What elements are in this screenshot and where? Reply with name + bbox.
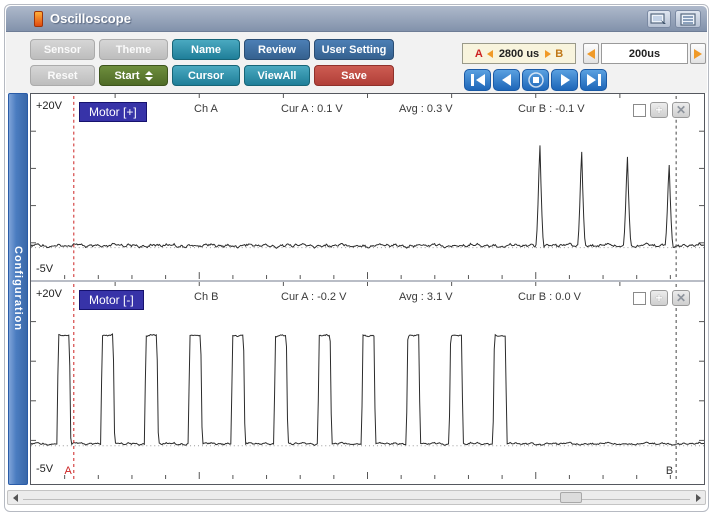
cursor-b-readout: Cur B : 0.0 V [518,291,581,303]
channel-name: Ch B [194,291,218,303]
start-button[interactable]: Start [99,65,168,86]
toolbar-row-1: Sensor Theme Name Review User Setting [30,39,394,60]
cursor-button[interactable]: Cursor [172,65,240,86]
cursor-a-readout: Cur A : 0.1 V [281,103,343,115]
reset-label: Reset [48,70,78,82]
svg-text:A: A [65,465,73,477]
save-button[interactable]: Save [314,65,394,86]
user-setting-label: User Setting [322,44,387,56]
toolbar: Sensor Theme Name Review User Setting Reset S… [6,32,707,93]
panel-controls: + ✕ [633,290,690,306]
channel-b-panel: AB +20V Motor [-] Ch B Cur A : -0.2 V Av… [31,282,704,480]
cursor-b-readout: Cur B : -0.1 V [518,103,585,115]
v-min-label: -5V [36,263,53,275]
channel-a-badge[interactable]: Motor [+] [79,102,147,122]
chart-zone: Configuration +20V Motor [+] Ch A Cur A … [6,93,707,485]
arrow-left-icon [587,49,595,59]
stacked-panels-icon [680,13,696,26]
toolbar-row-2: Reset Start Cursor ViewAll Save [30,65,394,86]
user-setting-button[interactable]: User Setting [314,39,394,60]
start-label: Start [114,70,139,82]
app-icon [34,11,43,27]
viewall-button[interactable]: ViewAll [244,65,310,86]
configuration-tab-label: Configuration [12,246,24,331]
average-readout: Avg : 0.3 V [399,103,453,115]
v-max-label: +20V [36,288,62,300]
name-button[interactable]: Name [172,39,240,60]
channel-b-waveform: AB [31,282,704,480]
save-label: Save [341,70,367,82]
timebase-decrease-button[interactable] [583,43,599,64]
arrow-right-icon [694,49,702,59]
skip-end-button[interactable] [580,69,607,91]
scroll-right-icon[interactable] [691,491,705,504]
stop-icon [524,70,548,90]
screen-export-icon [650,13,668,26]
spinner-icon [145,71,153,81]
reset-button[interactable]: Reset [30,65,95,86]
channel-b-checkbox[interactable] [633,292,646,305]
cursor-range-box[interactable]: A 2800 us B [462,43,576,64]
timebase-value[interactable]: 200us [601,43,688,64]
step-back-button[interactable] [493,69,520,91]
cursor-a-label: A [475,48,483,60]
arrow-right-icon [545,50,551,58]
close-panel-button[interactable]: ✕ [672,290,690,306]
chart-panels: +20V Motor [+] Ch A Cur A : 0.1 V Avg : … [30,93,705,485]
cursor-a-readout: Cur A : -0.2 V [281,291,346,303]
zoom-in-button[interactable]: + [650,290,668,306]
timebase-increase-button[interactable] [690,43,706,64]
cursor-range-value: 2800 us [499,48,539,60]
v-min-label: -5V [36,463,53,475]
skip-start-button[interactable] [464,69,491,91]
step-back-icon [495,70,519,90]
viewall-label: ViewAll [258,70,297,82]
cursor-label: Cursor [188,70,224,82]
scroll-left-icon[interactable] [8,491,22,504]
scrollbar-track[interactable] [23,499,690,500]
theme-button[interactable]: Theme [99,39,168,60]
configuration-tab[interactable]: Configuration [8,93,28,485]
channel-name: Ch A [194,103,218,115]
scrollbar-thumb[interactable] [560,492,582,503]
svg-text:B: B [666,465,673,477]
capture-window-button[interactable] [647,10,671,28]
playback-controls [464,69,607,91]
average-readout: Avg : 3.1 V [399,291,453,303]
step-forward-button[interactable] [551,69,578,91]
v-max-label: +20V [36,100,62,112]
layout-button[interactable] [675,10,701,28]
sensor-button[interactable]: Sensor [30,39,95,60]
review-button[interactable]: Review [244,39,310,60]
arrow-left-icon [487,50,493,58]
cursor-b-label: B [555,48,563,60]
channel-a-panel: +20V Motor [+] Ch A Cur A : 0.1 V Avg : … [31,94,704,282]
skip-end-icon [582,70,606,90]
panel-controls: + ✕ [633,102,690,118]
step-forward-icon [553,70,577,90]
name-label: Name [191,44,221,56]
window-title: Oscilloscope [50,11,131,26]
skip-start-icon [466,70,490,90]
channel-a-checkbox[interactable] [633,104,646,117]
stop-button[interactable] [522,69,549,91]
titlebar: Oscilloscope [6,6,707,32]
sensor-label: Sensor [44,44,81,56]
review-label: Review [258,44,296,56]
channel-b-badge[interactable]: Motor [-] [79,290,144,310]
horizontal-scrollbar[interactable] [7,490,706,505]
app-window: Oscilloscope Sensor Theme Name Review User S… [4,4,709,512]
zoom-in-button[interactable]: + [650,102,668,118]
close-panel-button[interactable]: ✕ [672,102,690,118]
theme-label: Theme [116,44,151,56]
